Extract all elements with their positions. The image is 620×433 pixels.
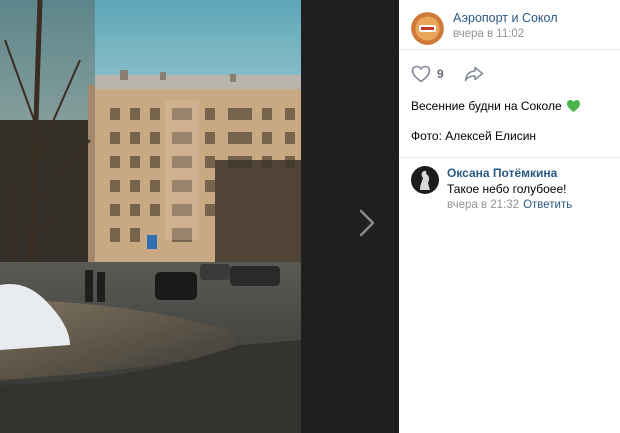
community-logo-icon bbox=[411, 12, 444, 45]
next-photo-button[interactable] bbox=[350, 200, 384, 246]
like-count: 9 bbox=[437, 67, 444, 81]
community-name-link[interactable]: Аэропорт и Сокол bbox=[453, 10, 558, 26]
author-block: Аэропорт и Сокол вчера в 11:02 bbox=[453, 10, 558, 42]
user-avatar-icon bbox=[411, 166, 439, 194]
post-text-line: Весенние будни на Соколе bbox=[411, 98, 608, 114]
comment-text: Такое небо голубоее! bbox=[447, 182, 567, 196]
post-header: Аэропорт и Сокол вчера в 11:02 bbox=[399, 0, 620, 50]
comment-item: Оксана Потёмкина Такое небо голубоее! вч… bbox=[399, 158, 620, 213]
share-arrow-icon bbox=[464, 66, 483, 82]
community-avatar[interactable] bbox=[411, 12, 444, 45]
commenter-avatar[interactable] bbox=[411, 166, 439, 194]
heart-icon bbox=[411, 65, 431, 83]
post-photo[interactable] bbox=[0, 0, 301, 433]
comment-time[interactable]: вчера в 21:32 bbox=[447, 199, 519, 211]
green-heart-icon bbox=[566, 100, 580, 112]
photo-viewer bbox=[0, 0, 399, 433]
street-photo-image bbox=[0, 0, 301, 433]
post-actions: 9 bbox=[399, 50, 620, 98]
share-button[interactable] bbox=[464, 66, 484, 82]
post-text: Весенние будни на Соколе Фото: Алексей Е… bbox=[399, 98, 620, 144]
photo-credit: Фото: Алексей Елисин bbox=[411, 129, 537, 143]
post-time[interactable]: вчера в 11:02 bbox=[453, 26, 558, 42]
like-button[interactable]: 9 bbox=[411, 65, 444, 83]
comment-meta: вчера в 21:32 Ответить bbox=[447, 198, 572, 213]
comment-body: Оксана Потёмкина Такое небо голубоее! вч… bbox=[447, 166, 572, 213]
chevron-right-icon bbox=[359, 209, 375, 237]
reply-button[interactable]: Ответить bbox=[523, 199, 572, 211]
commenter-name-link[interactable]: Оксана Потёмкина bbox=[447, 166, 572, 181]
post-body-text: Весенние будни на Соколе bbox=[411, 99, 562, 113]
post-sidebar: Аэропорт и Сокол вчера в 11:02 9 Весенни… bbox=[399, 0, 620, 433]
